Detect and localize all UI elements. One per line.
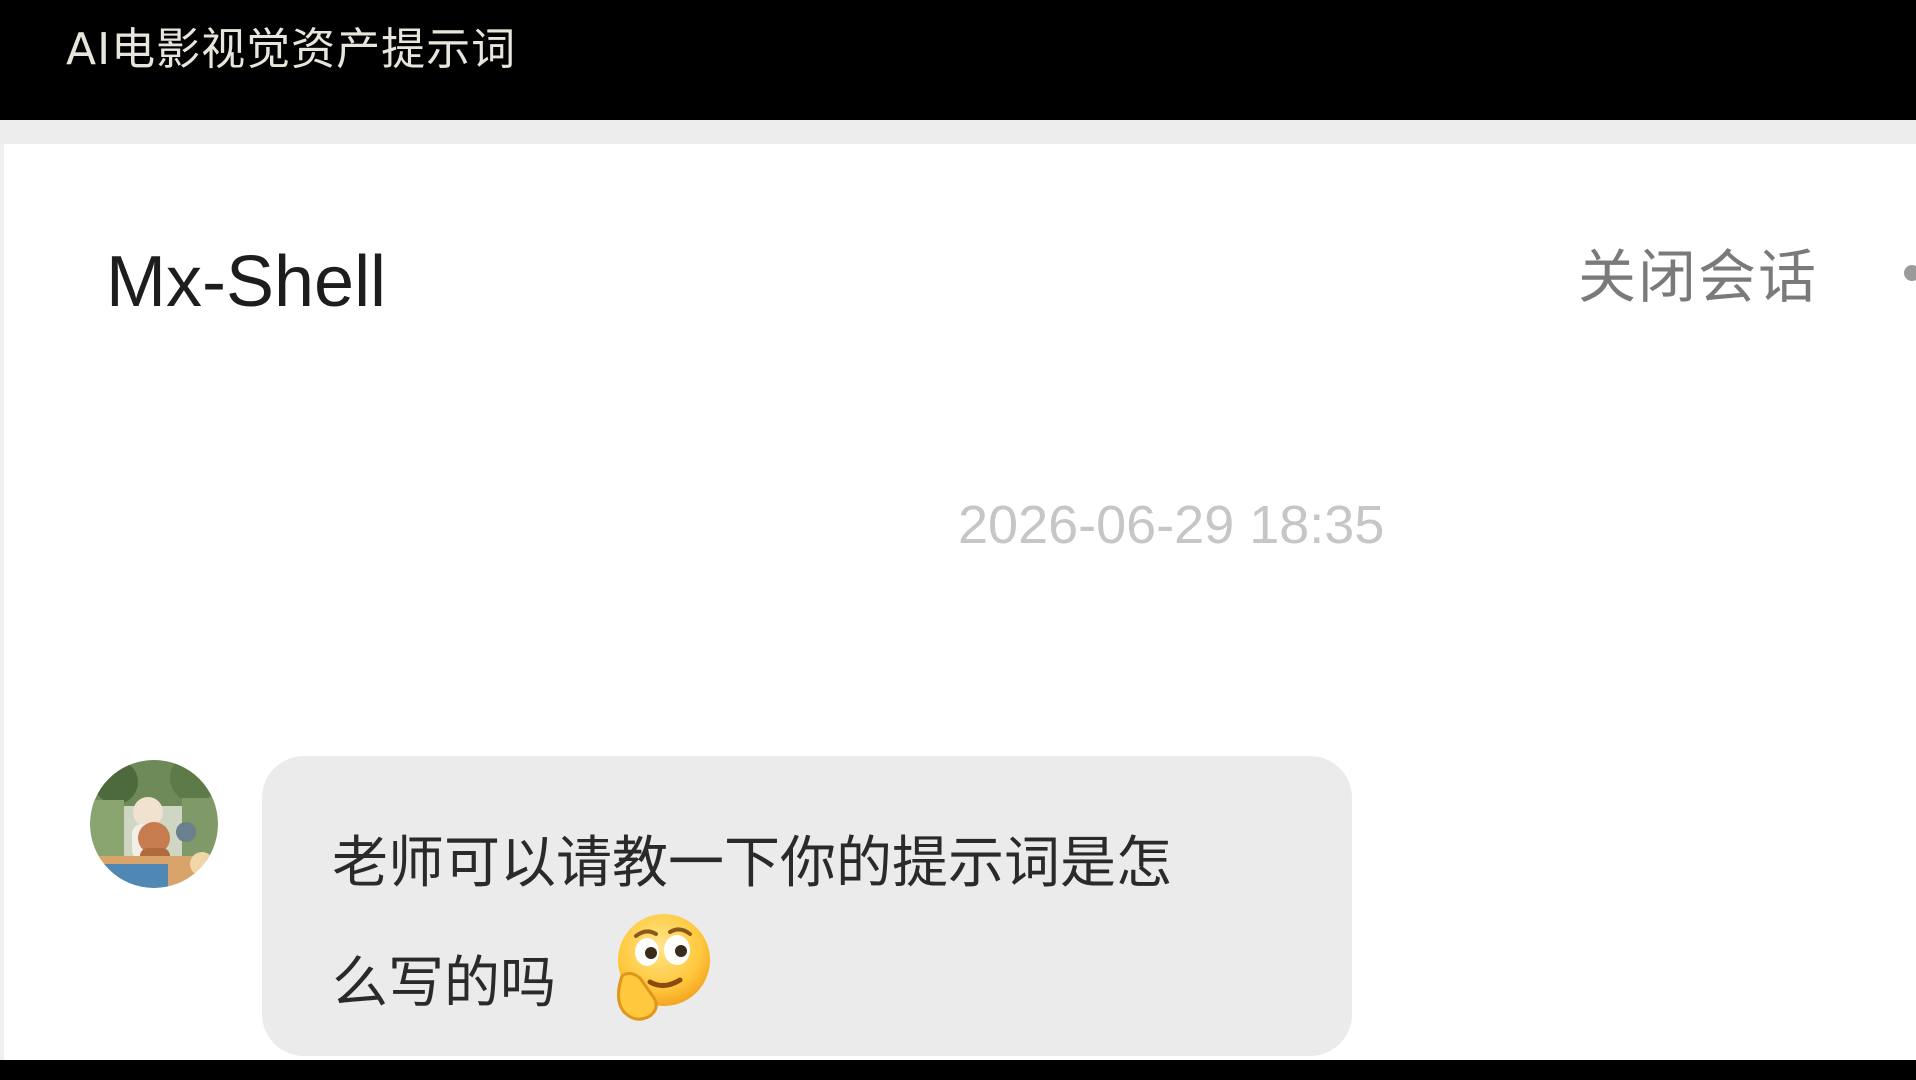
window-title: AI电影视觉资产提示词 [66,24,517,75]
panel-top-divider [0,120,1916,144]
message-timestamp: 2026-06-29 18:35 [958,495,1385,555]
message-bubble[interactable]: 老师可以请教一下你的提示词是怎 么写的吗 [262,756,1352,1056]
top-bar: AI电影视觉资产提示词 [0,0,1916,120]
panel-left-edge [0,144,4,1060]
more-options-icon[interactable] [1904,265,1916,283]
message-text-line-2: 么写的吗 [332,951,556,1016]
contact-name: Mx-Shell [106,242,387,322]
close-conversation-button[interactable]: 关闭会话 [1578,237,1818,317]
bottom-bar [0,1060,1916,1080]
avatar-image [90,760,218,888]
thinking-face-emoji-icon [617,914,710,1021]
message-text: 老师可以请教一下你的提示词是怎 么写的吗 [332,804,1292,1044]
message-text-line-1: 老师可以请教一下你的提示词是怎 [332,831,1172,896]
avatar[interactable] [90,760,218,888]
chat-panel: Mx-Shell 关闭会话 2026-06-29 18:35 老师可以请教一下你… [0,120,1916,1060]
